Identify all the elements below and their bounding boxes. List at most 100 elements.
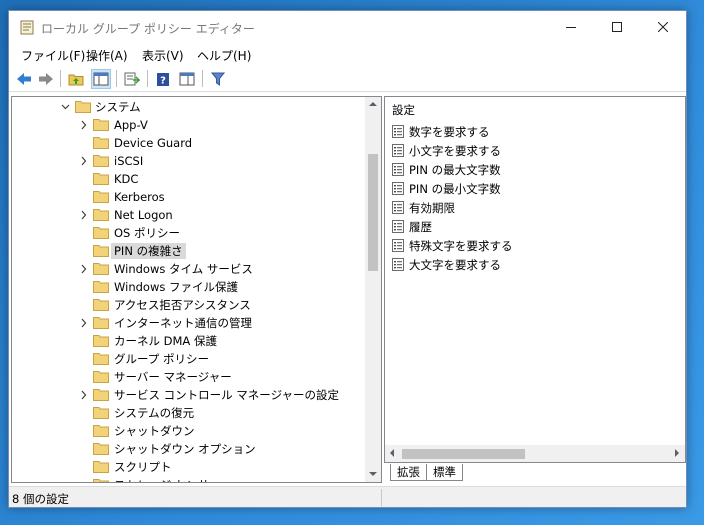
tree-node-label: インターネット通信の管理 (114, 316, 252, 330)
menu-bar: ファイル(F) 操作(A) 表示(V) ヘルプ(H) (9, 43, 686, 65)
chevron-right-icon[interactable] (79, 120, 88, 130)
setting-item[interactable]: 小文字を要求する (389, 141, 669, 160)
tree-node-label: アクセス拒否アシスタンス (114, 298, 251, 312)
folder-icon (93, 353, 109, 365)
back-button[interactable] (14, 69, 34, 89)
tree-node-label: シャットダウン オプション (114, 442, 256, 456)
policy-setting-icon (392, 182, 404, 195)
toolbar-separator (60, 70, 61, 87)
tree-node[interactable]: KDC (12, 170, 362, 188)
chevron-right-icon[interactable] (79, 210, 88, 220)
folder-icon (93, 299, 109, 311)
setting-label: 大文字を要求する (409, 258, 501, 272)
tree-node[interactable]: シャットダウン オプション (12, 440, 362, 458)
maximize-button[interactable] (594, 11, 640, 42)
settings-column-header[interactable]: 設定 (392, 102, 415, 118)
scroll-thumb[interactable] (368, 154, 378, 271)
chevron-right-icon[interactable] (79, 264, 88, 274)
folder-icon (93, 443, 109, 455)
chevron-right-icon[interactable] (79, 390, 88, 400)
filter-button[interactable] (208, 69, 228, 89)
settings-list-pane[interactable]: 設定 数字を要求する小文字を要求する PIN の最大文字数 PIN の最小文字数有効… (384, 96, 686, 463)
chevron-right-icon[interactable] (79, 318, 88, 328)
help-book-icon: ? (157, 72, 169, 86)
tree-node[interactable]: システムの復元 (12, 404, 362, 422)
toolbar-separator (116, 70, 117, 87)
close-icon (658, 21, 668, 32)
setting-item[interactable]: 数字を要求する (389, 122, 669, 141)
scroll-right-arrow-icon[interactable] (675, 449, 679, 457)
tree-node-label: PIN の複雑さ (111, 243, 186, 259)
close-button[interactable] (640, 11, 686, 42)
setting-label: 数字を要求する (409, 125, 490, 139)
toolbar: ? (9, 65, 686, 92)
tree-node[interactable]: サーバー マネージャー (12, 368, 362, 386)
folder-icon (93, 389, 109, 401)
folder-icon (93, 119, 109, 131)
tree-vertical-scrollbar[interactable] (365, 97, 381, 482)
tab-extended[interactable]: 拡張 (390, 464, 426, 481)
tree-node-system[interactable]: システム (12, 98, 362, 116)
show-hide-console-tree-button[interactable] (91, 69, 111, 89)
title-bar[interactable]: ローカル グループ ポリシー エディター (9, 11, 686, 43)
menu-action[interactable]: 操作(A) (86, 47, 128, 64)
setting-item[interactable]: 有効期限 (389, 198, 669, 217)
tree-node[interactable]: Device Guard (12, 134, 362, 152)
policy-setting-icon (392, 239, 404, 252)
setting-item[interactable]: 大文字を要求する (389, 255, 669, 274)
tree-node[interactable]: サービス コントロール マネージャーの設定 (12, 386, 362, 404)
console-tree[interactable]: システム App-V Device Guard iSCSI KDC Kerberos Ne… (11, 96, 382, 483)
setting-item[interactable]: PIN の最大文字数 (389, 160, 669, 179)
folder-icon (93, 407, 109, 419)
help-button[interactable]: ? (153, 69, 173, 89)
forward-arrow-icon (39, 73, 53, 85)
list-horizontal-scrollbar[interactable] (385, 445, 685, 462)
maximize-icon (612, 21, 622, 32)
tree-node[interactable]: シャットダウン (12, 422, 362, 440)
tree-node-label: スクリプト (114, 460, 172, 474)
policy-setting-icon (392, 163, 404, 176)
tree-node-label: App-V (114, 118, 148, 132)
folder-icon (93, 281, 109, 293)
up-one-level-button[interactable] (66, 69, 86, 89)
setting-label: 特殊文字を要求する (409, 239, 513, 253)
tree-node[interactable]: Windows ファイル保護 (12, 278, 362, 296)
tree-node[interactable]: App-V (12, 116, 362, 134)
folder-icon (93, 173, 109, 185)
setting-item[interactable]: PIN の最小文字数 (389, 179, 669, 198)
tree-node-label: シャットダウン (114, 424, 195, 438)
tree-node[interactable]: グループ ポリシー (12, 350, 362, 368)
tree-node[interactable]: Kerberos (12, 188, 362, 206)
menu-view[interactable]: 表示(V) (142, 47, 184, 64)
minimize-button[interactable] (548, 11, 594, 42)
tree-node[interactable]: PIN の複雑さ (12, 242, 362, 260)
export-list-button[interactable] (122, 69, 142, 89)
tree-node[interactable]: カーネル DMA 保護 (12, 332, 362, 350)
status-divider (381, 489, 382, 506)
toolbar-separator (202, 70, 203, 87)
forward-button[interactable] (36, 69, 56, 89)
setting-item[interactable]: 特殊文字を要求する (389, 236, 669, 255)
tree-node[interactable]: Windows タイム サービス (12, 260, 362, 278)
scroll-left-arrow-icon[interactable] (390, 449, 394, 457)
tree-node[interactable]: インターネット通信の管理 (12, 314, 362, 332)
tree-node[interactable]: Net Logon (12, 206, 362, 224)
tree-node[interactable]: ストレージ センサー (12, 476, 362, 482)
scroll-down-arrow-icon[interactable] (369, 472, 377, 476)
tree-node[interactable]: スクリプト (12, 458, 362, 476)
tree-node-label: システムの復元 (114, 406, 195, 420)
tree-node[interactable]: OS ポリシー (12, 224, 362, 242)
properties-pane-button[interactable] (177, 69, 197, 89)
setting-label: PIN の最小文字数 (409, 182, 501, 196)
menu-help[interactable]: ヘルプ(H) (197, 47, 251, 64)
menu-file[interactable]: ファイル(F) (21, 47, 85, 64)
chevron-down-icon[interactable] (61, 102, 70, 112)
tree-node[interactable]: アクセス拒否アシスタンス (12, 296, 362, 314)
scroll-thumb[interactable] (402, 449, 525, 459)
chevron-right-icon[interactable] (79, 156, 88, 166)
setting-item[interactable]: 履歴 (389, 217, 669, 236)
status-setting-count: 8 個の設定 (12, 492, 69, 506)
tab-standard[interactable]: 標準 (426, 464, 463, 481)
tree-node[interactable]: iSCSI (12, 152, 362, 170)
scroll-up-arrow-icon[interactable] (369, 102, 377, 106)
